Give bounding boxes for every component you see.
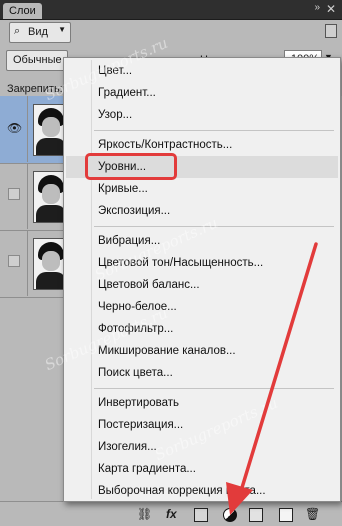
red-arrow-annotation [226, 242, 318, 515]
